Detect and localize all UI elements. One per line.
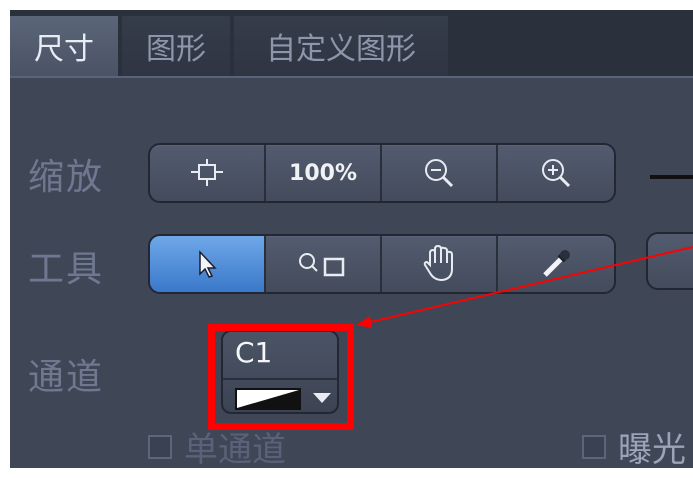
single-channel-checkbox[interactable]: [148, 434, 172, 459]
annotation-arrow: [356, 246, 693, 328]
exposure-label: 曝光: [618, 430, 686, 468]
single-channel-label: 单通道: [184, 430, 286, 468]
single-channel-option[interactable]: 单通道: [148, 422, 286, 468]
exposure-checkbox[interactable]: [582, 434, 606, 459]
dimensions-panel: 尺寸 图形 自定义图形 缩放 工具 通道 100% C1 单通道 曝光: [10, 10, 693, 468]
exposure-option[interactable]: 曝光: [582, 422, 686, 468]
